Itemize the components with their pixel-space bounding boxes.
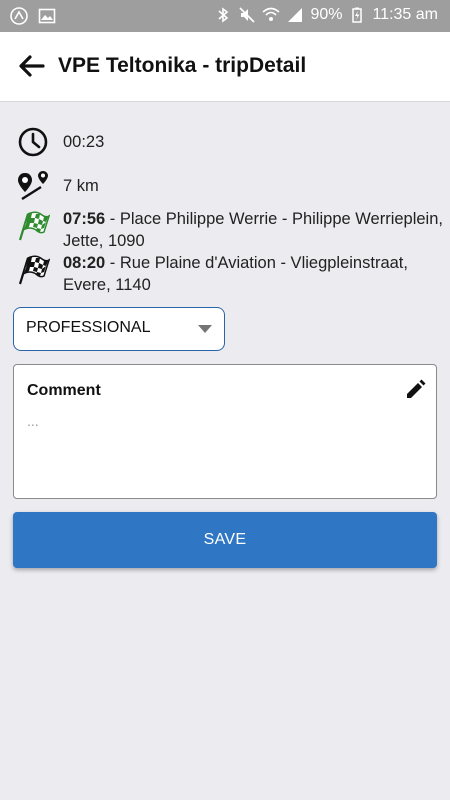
dropdown-arrow-icon xyxy=(198,325,212,333)
trip-end-row: 08:20 - Rue Plaine d'Aviation - Vliegple… xyxy=(16,252,450,296)
start-flag-icon xyxy=(18,211,50,241)
trip-type-value: PROFESSIONAL xyxy=(26,319,151,336)
trip-distance: 7 km xyxy=(63,177,99,195)
edit-pencil-icon[interactable] xyxy=(404,379,426,401)
route-distance-icon xyxy=(18,171,48,201)
comment-placeholder: ... xyxy=(27,413,39,429)
duration-row: 00:23 xyxy=(16,125,104,159)
trip-end: 08:20 - Rue Plaine d'Aviation - Vliegple… xyxy=(63,252,450,296)
clock-time: 11:35 am xyxy=(372,6,438,23)
end-time: 08:20 xyxy=(63,254,106,272)
image-notification-icon xyxy=(38,8,56,24)
trip-start-row: 07:56 - Place Philippe Werrie - Philippe… xyxy=(16,208,450,252)
start-time: 07:56 xyxy=(63,210,106,228)
start-address: - Place Philippe Werrie - Philippe Werri… xyxy=(63,210,443,250)
trip-start: 07:56 - Place Philippe Werrie - Philippe… xyxy=(63,208,450,252)
wifi-icon xyxy=(262,7,280,21)
status-bar: 90% 11:35 am xyxy=(0,0,450,32)
battery-percent: 90% xyxy=(310,6,343,23)
finish-flag-icon xyxy=(18,255,50,285)
page-title: VPE Teltonika - tripDetail xyxy=(58,54,307,77)
signal-icon xyxy=(288,8,303,22)
app-bar: VPE Teltonika - tripDetail xyxy=(0,32,450,102)
app-notification-icon xyxy=(10,7,28,25)
mute-icon xyxy=(239,7,256,23)
trip-duration: 00:23 xyxy=(63,133,105,151)
comment-label: Comment xyxy=(27,382,101,399)
clock-icon xyxy=(18,127,48,157)
save-button[interactable]: SAVE xyxy=(13,512,437,568)
distance-row: 7 km xyxy=(16,169,99,203)
end-address: - Rue Plaine d'Aviation - Vliegpleinstra… xyxy=(63,254,408,294)
back-arrow-icon[interactable] xyxy=(16,51,46,81)
trip-type-select[interactable]: PROFESSIONAL xyxy=(13,307,225,351)
battery-charging-icon xyxy=(352,7,363,23)
bluetooth-icon xyxy=(218,7,229,23)
comment-box[interactable]: Comment ... xyxy=(13,364,437,499)
